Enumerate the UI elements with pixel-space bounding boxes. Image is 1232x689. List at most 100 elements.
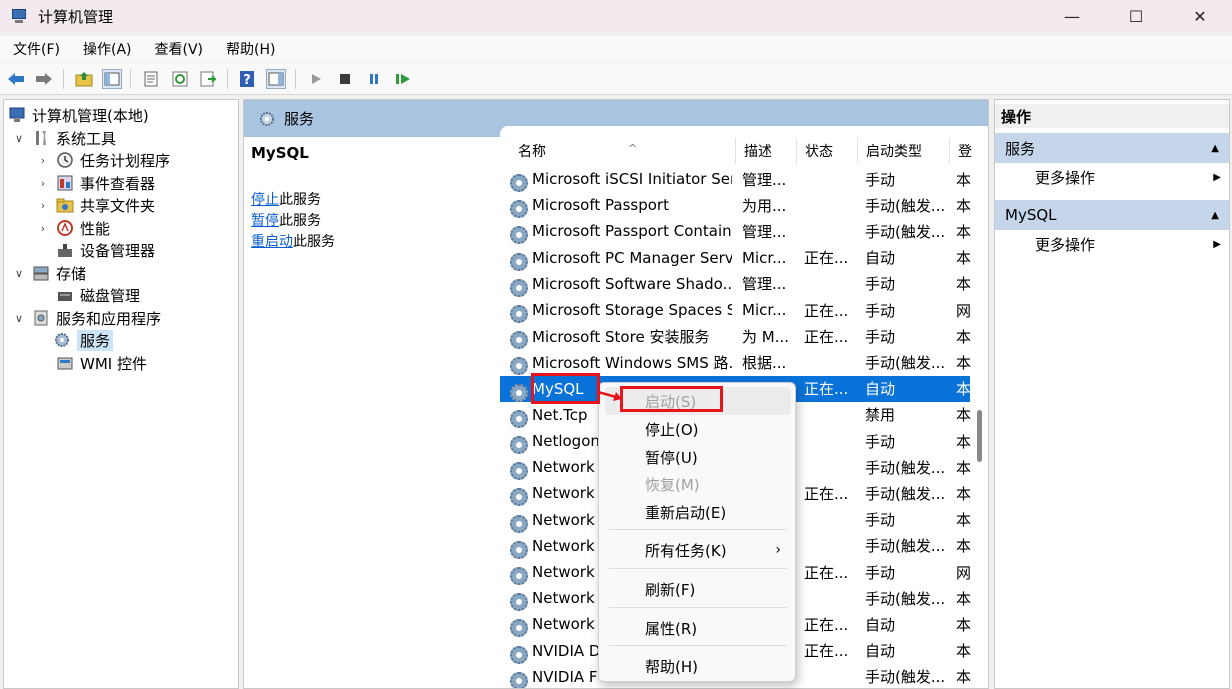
shared-folder-icon: [56, 196, 74, 214]
service-cell-desc: 根据...: [742, 353, 787, 372]
column-header-logon[interactable]: 登: [950, 138, 980, 164]
actions-header: 操作: [995, 104, 1229, 128]
column-header-name[interactable]: 名称 ^: [510, 138, 736, 164]
service-cell-logon: 本: [956, 196, 972, 215]
tree-services-apps[interactable]: ∨ 服务和应用程序: [12, 307, 161, 329]
service-row[interactable]: Microsoft iSCSI Initiator Ser... 管理... 手动 本: [500, 166, 971, 192]
tree-performance[interactable]: › 性能: [36, 217, 110, 239]
menu-file[interactable]: 文件(F): [0, 39, 70, 59]
expand-chevron-icon[interactable]: ›: [36, 199, 50, 212]
tree-system-tools[interactable]: ∨ 系统工具: [12, 127, 116, 149]
tree-disk-management[interactable]: 磁盘管理: [56, 284, 140, 306]
service-cell-logon: 本: [956, 353, 972, 372]
menu-all-tasks[interactable]: 所有任务(K) ›: [605, 536, 791, 564]
tree-shared-folders[interactable]: › 共享文件夹: [36, 194, 155, 216]
service-cell-logon: 本: [956, 642, 972, 661]
submenu-chevron-icon: ›: [775, 542, 781, 558]
tree-wmi[interactable]: WMI 控件: [56, 352, 147, 374]
tree-storage[interactable]: ∨ 存储: [12, 262, 86, 284]
service-row[interactable]: Microsoft Storage Spaces S... Micr... 正在..…: [500, 297, 971, 323]
help-icon[interactable]: ?: [237, 69, 257, 89]
properties-icon[interactable]: [141, 69, 161, 89]
pause-service-icon[interactable]: [364, 69, 384, 89]
menu-refresh[interactable]: 刷新(F): [605, 575, 791, 603]
restart-service-link[interactable]: 重启动: [251, 234, 293, 250]
service-cell-startup: 手动: [865, 327, 896, 346]
actions-section-services[interactable]: 服务 ▲: [995, 133, 1229, 163]
service-cell-desc: 为用...: [742, 196, 787, 215]
service-row[interactable]: Microsoft Windows SMS 路... 根据... 手动(触发... 本: [500, 349, 972, 376]
service-cell-logon: 本: [956, 615, 972, 634]
column-header-startup-type[interactable]: 启动类型: [858, 138, 950, 164]
service-cell-logon: 本: [956, 327, 972, 346]
menu-help[interactable]: 帮助(H): [605, 652, 791, 680]
pause-service-link[interactable]: 暂停: [251, 213, 279, 229]
service-row[interactable]: Microsoft Software Shado... 管理... 手动 本: [500, 271, 971, 297]
collapse-triangle-icon[interactable]: ▲: [1211, 143, 1219, 154]
service-row[interactable]: Microsoft Store 安装服务 为 M... 正在... 手动 本: [500, 323, 972, 350]
actions-section-mysql[interactable]: MySQL ▲: [995, 200, 1229, 230]
minimize-button[interactable]: —: [1040, 0, 1104, 32]
refresh-icon[interactable]: [170, 69, 190, 89]
service-cell-startup: 手动: [865, 432, 896, 451]
stop-service-link[interactable]: 停止: [251, 192, 279, 208]
service-cell-status: 正在...: [804, 380, 849, 399]
service-cell-name: Microsoft PC Manager Serv...: [532, 248, 732, 267]
back-arrow-icon[interactable]: [6, 69, 26, 89]
maximize-button[interactable]: ☐: [1104, 0, 1168, 32]
start-service-icon[interactable]: [306, 69, 326, 89]
menu-pause[interactable]: 暂停(U): [605, 443, 791, 471]
service-cell-status: [804, 349, 856, 375]
column-header-description[interactable]: 描述: [736, 138, 797, 164]
service-cell-logon: 本: [956, 458, 972, 477]
title-bar: 计算机管理 — ☐ ✕: [0, 0, 1232, 32]
expand-chevron-icon[interactable]: ›: [36, 177, 50, 190]
gear-icon: [510, 671, 528, 688]
stop-service-icon[interactable]: [335, 69, 355, 89]
expand-chevron-icon[interactable]: ›: [36, 222, 50, 235]
menu-restart[interactable]: 重新启动(E): [605, 498, 791, 526]
collapse-chevron-icon[interactable]: ∨: [12, 132, 26, 145]
forward-arrow-icon[interactable]: [34, 69, 54, 89]
tree-task-scheduler[interactable]: › 任务计划程序: [36, 149, 170, 171]
menu-properties[interactable]: 属性(R): [605, 614, 791, 642]
service-row[interactable]: Microsoft Passport 为用... 手动(触发... 本: [500, 192, 972, 219]
close-button[interactable]: ✕: [1168, 0, 1232, 32]
show-hide-tree-icon[interactable]: [102, 69, 122, 89]
service-cell-status: [804, 218, 856, 244]
service-cell-logon: 本: [956, 432, 972, 451]
tree-services[interactable]: 服务: [53, 329, 114, 351]
service-detail-name: MySQL: [251, 144, 309, 162]
tree-device-manager[interactable]: 设备管理器: [56, 239, 155, 261]
menu-help[interactable]: 帮助(H): [213, 39, 285, 59]
gear-icon: [510, 488, 528, 507]
service-cell-status: [804, 454, 856, 480]
collapse-chevron-icon[interactable]: ∨: [12, 267, 26, 280]
expand-chevron-icon[interactable]: ›: [36, 154, 50, 167]
more-actions-mysql[interactable]: 更多操作 ▶: [1035, 231, 1221, 257]
restart-service-icon[interactable]: [393, 69, 413, 89]
collapse-triangle-icon[interactable]: ▲: [1211, 210, 1219, 221]
menu-view[interactable]: 查看(V): [142, 39, 214, 59]
menu-action[interactable]: 操作(A): [70, 39, 142, 59]
service-cell-logon: 本: [956, 484, 972, 503]
tree-event-viewer[interactable]: › 事件查看器: [36, 172, 155, 194]
export-list-icon[interactable]: [198, 69, 218, 89]
collapse-chevron-icon[interactable]: ∨: [12, 312, 26, 325]
services-header-title: 服务: [284, 110, 315, 128]
service-row[interactable]: Microsoft PC Manager Serv... Micr... 正在...…: [500, 245, 971, 271]
gear-icon: [510, 200, 528, 219]
menu-resume[interactable]: 恢复(M): [605, 470, 791, 498]
column-header-status[interactable]: 状态: [797, 138, 858, 164]
action-pane-icon[interactable]: [266, 69, 286, 89]
tree-root[interactable]: 计算机管理(本地): [8, 104, 149, 126]
menu-stop[interactable]: 停止(O): [605, 415, 791, 443]
restart-service-suffix: 此服务: [293, 234, 335, 250]
service-cell-startup: 手动(触发...: [865, 537, 946, 556]
up-folder-icon[interactable]: [74, 69, 94, 89]
stop-service-suffix: 此服务: [279, 192, 321, 208]
vertical-scrollbar[interactable]: [977, 410, 982, 462]
more-actions-services[interactable]: 更多操作 ▶: [1035, 164, 1221, 190]
console-tree: 计算机管理(本地) ∨ 系统工具 › 任务计划程序 › 事件查看器 › 共享文件…: [3, 99, 239, 689]
service-row[interactable]: Microsoft Passport Container 管理... 手动(触发..…: [500, 218, 971, 245]
